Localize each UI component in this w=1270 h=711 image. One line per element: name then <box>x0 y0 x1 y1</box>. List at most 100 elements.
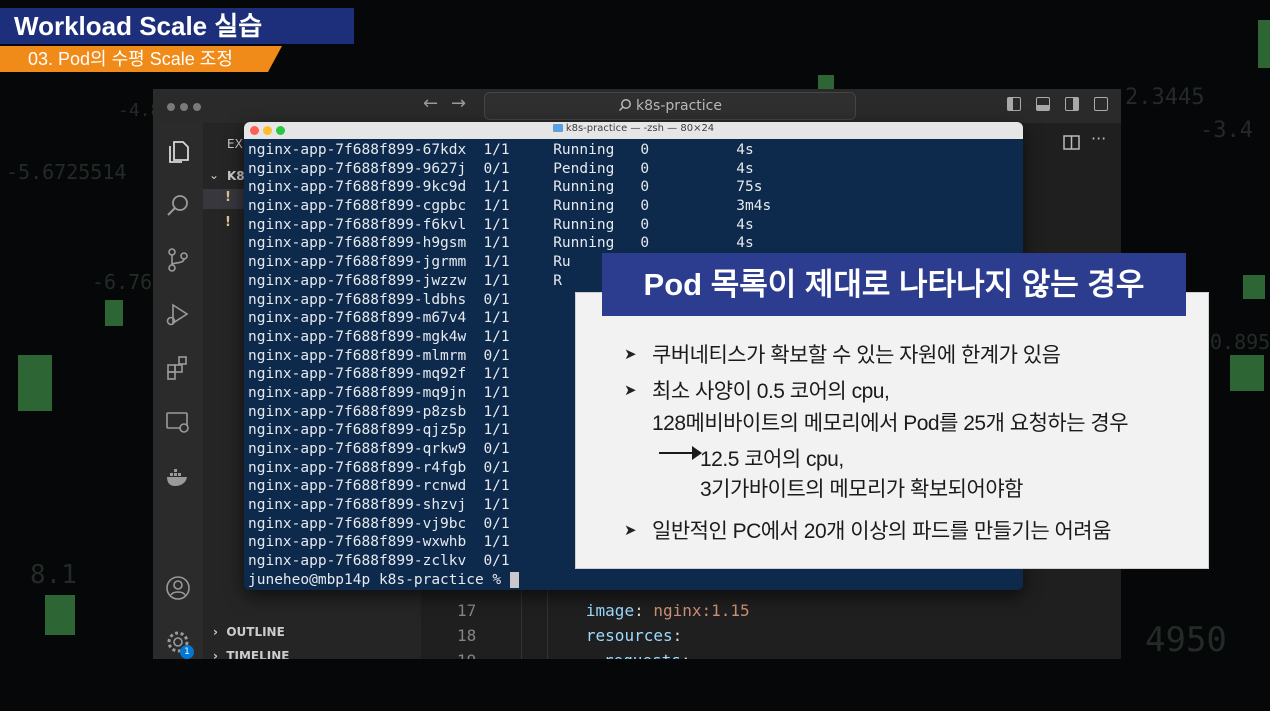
pod-ready: 0/1 <box>483 347 510 364</box>
pod-ready: 1/1 <box>483 254 510 271</box>
bg-number: 4950 <box>1145 620 1227 660</box>
toggle-panel-icon[interactable] <box>1036 97 1050 111</box>
bg-number: 2.3445 <box>1125 85 1205 110</box>
pod-ready: 1/1 <box>483 142 510 158</box>
pod-age: 4s <box>736 142 754 158</box>
terminal-title: k8s-practice — -zsh — 80×24 <box>244 123 1023 134</box>
pod-ready: 1/1 <box>483 216 510 233</box>
bg-green-block <box>818 75 834 89</box>
lecture-title: Workload Scale 실습 <box>0 8 354 44</box>
pod-row: nginx-app-7f688f899-9627j 0/1 Pending 0 4s <box>248 160 771 179</box>
overlay-title: Pod 목록이 제대로 나타나지 않는 경우 <box>602 253 1186 316</box>
shell-prompt[interactable]: juneheo@mbp14p k8s-practice % <box>248 571 771 590</box>
bg-green-block <box>18 355 52 411</box>
bullet-text: 최소 사양이 0.5 코어의 cpu, <box>652 380 890 403</box>
result-text: 3기가바이트의 메모리가 확보되어야함 <box>700 478 1023 501</box>
pod-ready: 1/1 <box>483 198 510 215</box>
docker-icon[interactable] <box>165 463 191 489</box>
pod-ready: 1/1 <box>483 497 510 514</box>
code-line: 17 image: nginx:1.15 <box>457 601 750 620</box>
chevron-down-icon[interactable]: ⌄ <box>209 168 219 182</box>
window-dot[interactable] <box>180 103 188 111</box>
pod-name: nginx-app-7f688f899-m67v4 <box>248 310 467 327</box>
pod-name: nginx-app-7f688f899-qjz5p <box>248 422 467 439</box>
toggle-secondary-sidebar-icon[interactable] <box>1065 97 1079 111</box>
pod-status: Running <box>553 235 615 252</box>
yaml-file-icon: ! <box>225 215 231 230</box>
pod-ready: 1/1 <box>483 384 510 401</box>
pod-name: nginx-app-7f688f899-rcnwd <box>248 478 467 495</box>
result-text: 12.5 코어의 cpu, <box>700 448 844 471</box>
bg-number: 8.1 <box>30 560 77 590</box>
folder-label[interactable]: K8 <box>227 169 245 183</box>
pod-name: nginx-app-7f688f899-jgrmm <box>248 254 467 271</box>
toggle-sidebar-icon[interactable] <box>1007 97 1021 111</box>
timeline-section[interactable]: › TIMELINE <box>213 649 289 659</box>
account-icon[interactable] <box>165 575 191 601</box>
vscode-titlebar: ← → k8s-practice <box>153 89 1121 123</box>
pod-name: nginx-app-7f688f899-mlmrm <box>248 347 467 364</box>
pod-name: nginx-app-7f688f899-mgk4w <box>248 328 467 345</box>
command-center-search[interactable]: k8s-practice <box>484 92 856 120</box>
pod-status: Running <box>553 142 615 158</box>
pod-name: nginx-app-7f688f899-mq92f <box>248 366 467 383</box>
split-editor-icon[interactable] <box>1063 135 1081 151</box>
pod-name: nginx-app-7f688f899-jwzzw <box>248 272 467 289</box>
pod-restarts: 0 <box>640 179 650 196</box>
pod-age: 3m4s <box>736 198 772 215</box>
pod-ready: 1/1 <box>483 403 510 420</box>
extensions-icon[interactable] <box>165 355 191 381</box>
pod-row: nginx-app-7f688f899-f6kvl 1/1 Running 0 4s <box>248 216 771 235</box>
pod-restarts: 0 <box>640 198 650 215</box>
bullet-arrow-icon: ➤ <box>624 382 637 399</box>
pod-name: nginx-app-7f688f899-qrkw9 <box>248 441 467 457</box>
pod-ready: 1/1 <box>483 478 510 495</box>
pod-restarts: 0 <box>640 235 650 252</box>
explorer-header: EX <box>227 137 243 151</box>
search-label: k8s-practice <box>636 98 722 114</box>
window-dot[interactable] <box>193 103 201 111</box>
window-dot[interactable] <box>167 103 175 111</box>
pod-name: nginx-app-7f688f899-shzvj <box>248 497 467 514</box>
pod-name: nginx-app-7f688f899-ldbhs <box>248 291 467 308</box>
pod-ready: 1/1 <box>483 235 510 252</box>
lecture-subtitle: 03. Pod의 수평 Scale 조정 <box>0 46 282 72</box>
pod-restarts: 0 <box>640 142 650 158</box>
pod-ready: 1/1 <box>483 179 510 196</box>
forward-arrow-icon[interactable]: → <box>451 93 466 114</box>
back-arrow-icon[interactable]: ← <box>423 93 438 114</box>
pod-ready: 1/1 <box>483 272 510 289</box>
pod-age: 75s <box>736 179 763 196</box>
customize-layout-icon[interactable] <box>1094 97 1108 111</box>
pod-age: 4s <box>736 216 754 233</box>
pod-restarts: 0 <box>640 216 650 233</box>
explorer-files-icon[interactable] <box>165 139 191 165</box>
pod-status: Running <box>553 179 615 196</box>
bg-number: 0.895 <box>1210 330 1270 354</box>
bg-green-block <box>45 595 75 635</box>
bullet-text: 128메비바이트의 메모리에서 Pod를 25개 요청하는 경우 <box>652 412 1129 435</box>
pod-name: nginx-app-7f688f899-zclkv <box>248 553 467 570</box>
more-actions-icon[interactable]: ··· <box>1091 129 1106 148</box>
bg-number: -3.4 <box>1200 118 1253 143</box>
pod-name: nginx-app-7f688f899-mq9jn <box>248 384 467 401</box>
pod-ready: 1/1 <box>483 366 510 383</box>
pod-row: nginx-app-7f688f899-cgpbc 1/1 Running 0 3m4s <box>248 197 771 216</box>
outline-section[interactable]: › OUTLINE <box>213 625 285 639</box>
code-line: 19 requests: <box>457 651 691 659</box>
pod-status: Running <box>553 216 615 233</box>
remote-explorer-icon[interactable] <box>165 409 191 435</box>
search-sidebar-icon[interactable] <box>165 193 191 219</box>
pod-name: nginx-app-7f688f899-wxwhb <box>248 534 467 551</box>
pod-name: nginx-app-7f688f899-h9gsm <box>248 235 467 252</box>
pod-name: nginx-app-7f688f899-9627j <box>248 160 467 177</box>
pod-name: nginx-app-7f688f899-vj9bc <box>248 515 467 532</box>
pod-ready: 0/1 <box>483 515 510 532</box>
pod-name: nginx-app-7f688f899-r4fgb <box>248 459 467 476</box>
overlay-card: ➤ 쿠버네티스가 확보할 수 있는 자원에 한계가 있음 ➤ 최소 사양이 0.… <box>575 292 1209 569</box>
run-debug-icon[interactable] <box>165 301 191 327</box>
pod-ready: 0/1 <box>483 459 510 476</box>
source-control-icon[interactable] <box>165 247 191 273</box>
pod-row: nginx-app-7f688f899-h9gsm 1/1 Running 0 4s <box>248 234 771 253</box>
pod-ready: 0/1 <box>483 160 510 177</box>
